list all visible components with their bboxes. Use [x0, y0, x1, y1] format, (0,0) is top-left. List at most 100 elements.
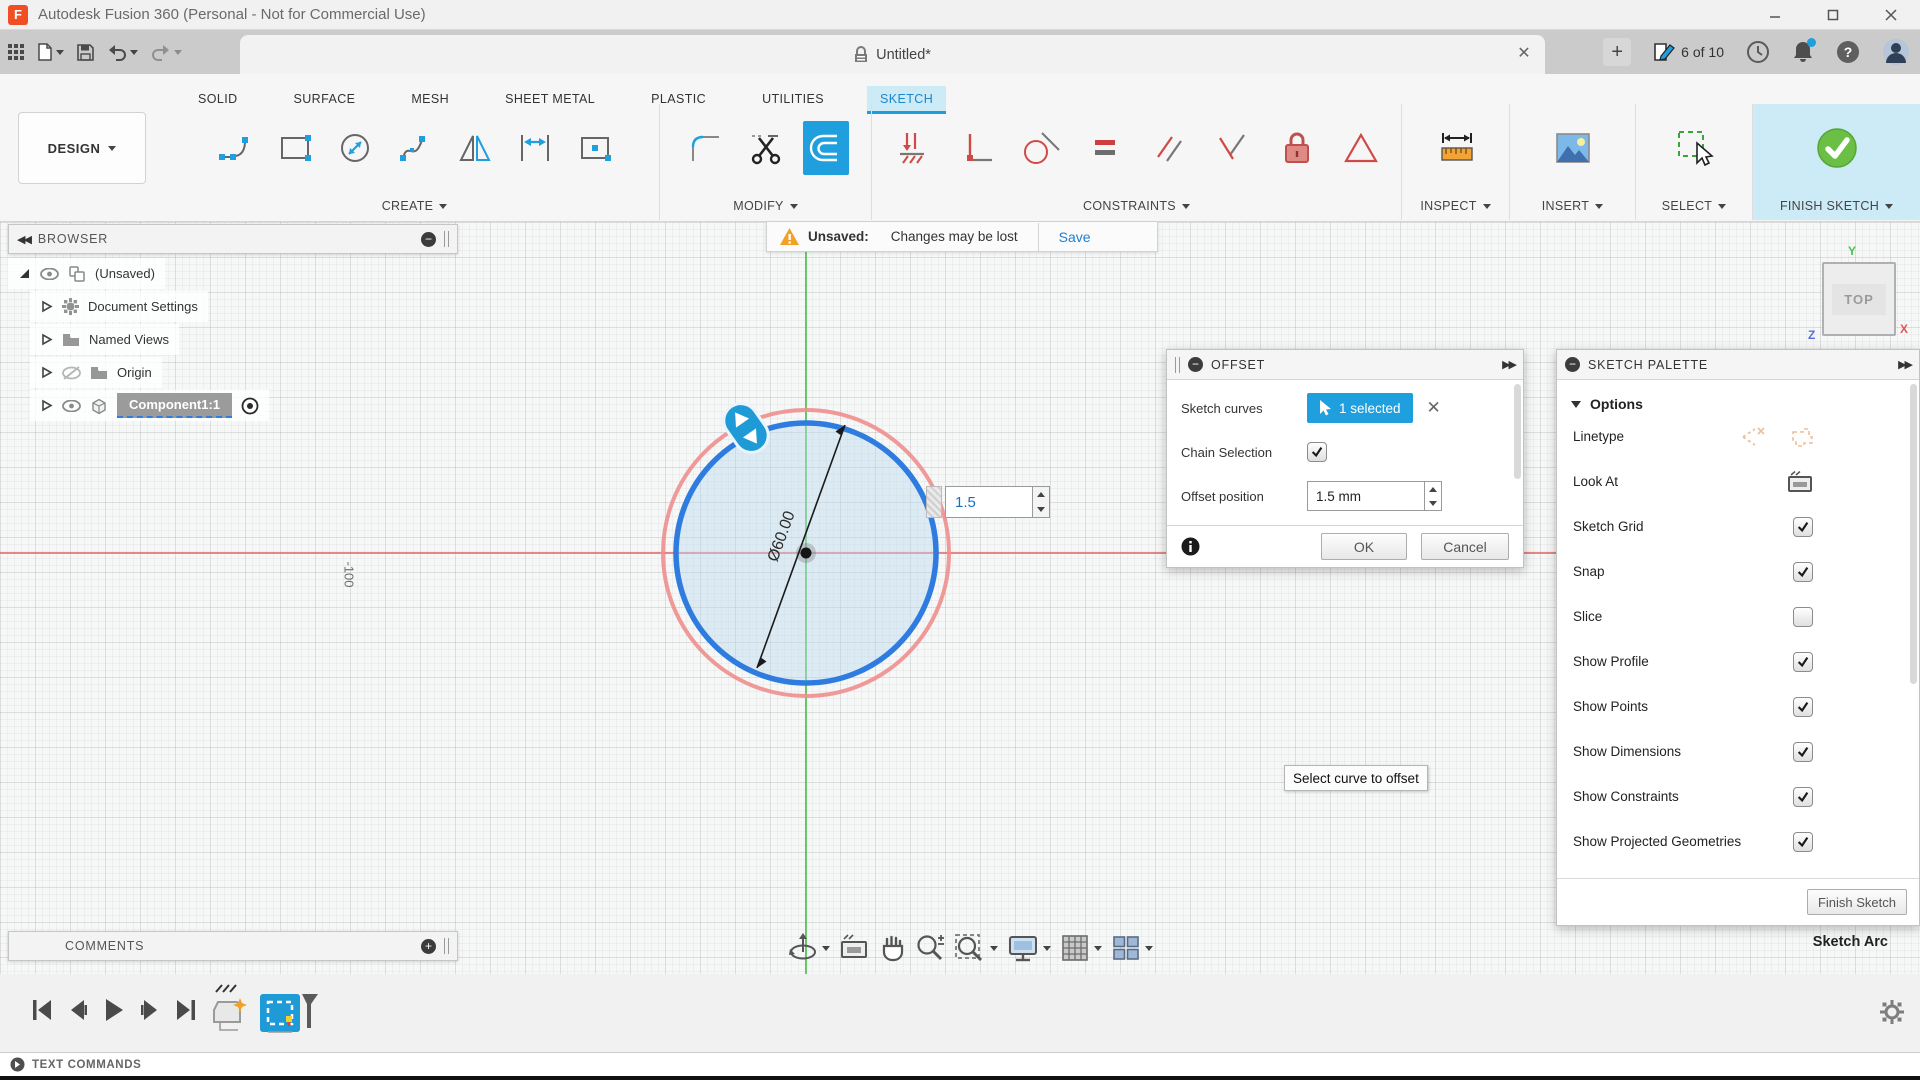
browser-item-root[interactable]: (Unsaved)	[8, 258, 165, 289]
offset-dialog-header[interactable]: − OFFSET ▶▶	[1167, 350, 1523, 380]
info-icon[interactable]	[1181, 537, 1200, 556]
palette-minimize-icon[interactable]: −	[1565, 357, 1580, 372]
avatar[interactable]	[1882, 38, 1910, 66]
insert-menu[interactable]: INSERT	[1510, 192, 1635, 220]
finish-sketch-button[interactable]: Finish Sketch	[1807, 889, 1907, 915]
active-component-label[interactable]: Component1:1	[117, 393, 232, 418]
activate-component-radio-icon[interactable]	[241, 397, 259, 415]
selection-chip[interactable]: 1 selected	[1307, 393, 1413, 423]
options-section-header[interactable]: Options	[1571, 396, 1919, 412]
fillet-icon[interactable]	[683, 121, 729, 175]
dialog-scrollbar[interactable]	[1514, 384, 1521, 479]
option-checkbox[interactable]	[1793, 562, 1813, 582]
collapsed-arrow-icon[interactable]	[40, 399, 53, 412]
display-settings-icon[interactable]	[1007, 933, 1051, 963]
offset-distance-input[interactable]: 1.5	[945, 486, 1033, 518]
tangent-icon[interactable]	[1018, 121, 1064, 175]
modify-menu[interactable]: MODIFY	[660, 192, 871, 220]
close-button[interactable]	[1862, 0, 1920, 30]
collapsed-arrow-icon[interactable]	[40, 300, 53, 313]
visibility-eye-icon[interactable]	[62, 400, 81, 412]
offset-position-spinner[interactable]	[1425, 481, 1442, 511]
maximize-button[interactable]	[1804, 0, 1862, 30]
look-at-icon[interactable]	[839, 934, 869, 962]
spline-icon[interactable]	[392, 121, 438, 175]
option-checkbox[interactable]	[1793, 697, 1813, 717]
input-drag-grip[interactable]	[926, 486, 942, 518]
dimension-icon[interactable]	[512, 121, 558, 175]
perpendicular-icon[interactable]	[1210, 121, 1256, 175]
feature-component-icon[interactable]	[212, 984, 256, 1036]
mirror-icon[interactable]	[452, 121, 498, 175]
visibility-eye-icon[interactable]	[40, 268, 59, 280]
view-cube[interactable]: TOP	[1822, 262, 1896, 336]
expanded-arrow-icon[interactable]	[18, 267, 31, 280]
save-link[interactable]: Save	[1059, 229, 1091, 245]
go-to-end-icon[interactable]	[176, 999, 196, 1021]
dialog-minimize-icon[interactable]: −	[1188, 357, 1203, 372]
vertical-horizontal-icon[interactable]	[954, 121, 1000, 175]
step-forward-icon[interactable]	[141, 999, 159, 1021]
grid-settings-icon[interactable]	[1060, 933, 1102, 963]
arc-icon[interactable]	[212, 121, 258, 175]
offset-icon[interactable]	[803, 121, 849, 175]
undock-arrows-icon[interactable]: ▶▶	[1898, 358, 1911, 371]
comments-drag-grip[interactable]	[444, 938, 449, 954]
sketch-palette-header[interactable]: − SKETCH PALETTE ▶▶	[1557, 350, 1919, 380]
construction-linetype-icon[interactable]	[1741, 426, 1767, 448]
create-menu[interactable]: CREATE	[170, 192, 659, 220]
option-checkbox[interactable]	[1793, 787, 1813, 807]
browser-item-named-views[interactable]: Named Views	[30, 324, 179, 355]
chain-selection-checkbox[interactable]	[1307, 442, 1327, 462]
visibility-off-eye-icon[interactable]	[62, 366, 81, 380]
select-icon[interactable]	[1671, 121, 1717, 175]
finish-sketch-icon[interactable]	[1814, 121, 1860, 175]
go-to-start-icon[interactable]	[32, 999, 52, 1021]
lock-icon[interactable]	[1274, 121, 1320, 175]
apps-grid-icon[interactable]	[8, 44, 25, 61]
comments-add-icon[interactable]: +	[421, 939, 436, 954]
browser-item-label[interactable]: Document Settings	[88, 299, 198, 314]
option-checkbox[interactable]	[1793, 832, 1813, 852]
document-tab[interactable]: Untitled* ✕	[240, 35, 1545, 74]
option-checkbox[interactable]	[1793, 517, 1813, 537]
text-commands-bar[interactable]: TEXT COMMANDS	[0, 1052, 1920, 1076]
point-icon[interactable]	[572, 121, 618, 175]
browser-drag-grip[interactable]	[444, 231, 449, 247]
tab-close-icon[interactable]: ✕	[1515, 45, 1533, 63]
select-menu[interactable]: SELECT	[1636, 192, 1752, 220]
undo-icon[interactable]	[107, 44, 138, 61]
zoom-icon[interactable]	[915, 933, 945, 963]
insert-image-icon[interactable]	[1550, 121, 1596, 175]
browser-item-origin[interactable]: Origin	[30, 357, 162, 388]
look-at-icon[interactable]	[1787, 471, 1813, 493]
design-workspace-button[interactable]: DESIGN	[18, 112, 146, 184]
inspect-menu[interactable]: INSPECT	[1402, 192, 1509, 220]
zoom-window-icon[interactable]	[954, 933, 998, 963]
comments-panel-header[interactable]: COMMENTS +	[8, 931, 458, 961]
collapsed-arrow-icon[interactable]	[40, 366, 53, 379]
feature-sketch-edit-icon[interactable]	[260, 984, 318, 1036]
trim-icon[interactable]	[743, 121, 789, 175]
redo-icon[interactable]	[151, 44, 182, 61]
offset-position-input[interactable]: 1.5 mm	[1307, 481, 1425, 511]
undock-arrows-icon[interactable]: ▶▶	[1502, 358, 1515, 371]
notifications-bell-icon[interactable]	[1792, 40, 1814, 64]
center-point[interactable]	[801, 548, 812, 559]
browser-panel-header[interactable]: ◀◀ BROWSER −	[8, 224, 458, 254]
collapse-arrows-icon[interactable]: ◀◀	[17, 233, 30, 246]
help-icon[interactable]: ?	[1836, 40, 1860, 64]
option-checkbox[interactable]	[1793, 652, 1813, 672]
cancel-button[interactable]: Cancel	[1421, 533, 1509, 560]
circle-diameter-icon[interactable]	[332, 121, 378, 175]
browser-minimize-icon[interactable]: −	[421, 232, 436, 247]
input-spinner[interactable]	[1033, 486, 1050, 518]
palette-scrollbar[interactable]	[1910, 384, 1917, 684]
browser-item-document-settings[interactable]: Document Settings	[30, 291, 208, 322]
ok-button[interactable]: OK	[1321, 533, 1407, 560]
finish-sketch-menu[interactable]: FINISH SKETCH	[1753, 192, 1920, 220]
rectangle-icon[interactable]	[272, 121, 318, 175]
constraints-menu[interactable]: CONSTRAINTS	[872, 192, 1401, 220]
orbit-icon[interactable]	[788, 932, 830, 964]
parallel-icon[interactable]	[1146, 121, 1192, 175]
